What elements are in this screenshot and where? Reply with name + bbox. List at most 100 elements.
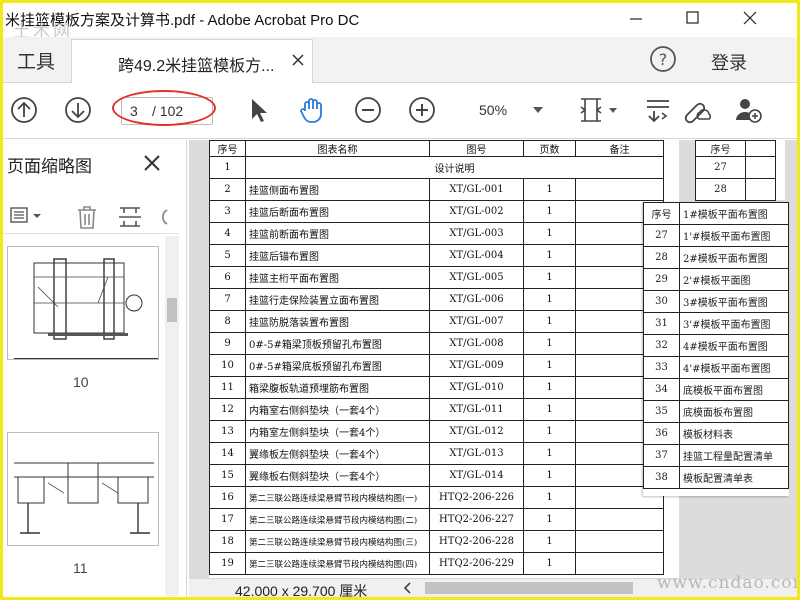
hand-icon[interactable]: [297, 95, 327, 125]
arrow-down-circle-icon[interactable]: [63, 95, 93, 125]
row-number: 13: [209, 420, 246, 443]
svg-text:?: ?: [659, 50, 668, 69]
row-name: 第二三联公路连续梁悬臂节段内模结构图(二): [245, 508, 430, 531]
fit-page-icon[interactable]: [577, 95, 623, 125]
row-code: XT/GL-005: [429, 266, 524, 289]
overlay-table-snippet: 序号 1#模板平面布置图 27 1'#模板平面布置图 28 2#模板平面布置图 29 2…: [643, 202, 789, 496]
row-number: 18: [209, 530, 246, 553]
close-icon[interactable]: [141, 152, 163, 174]
row-name: 挂篮后断面布置图: [245, 200, 430, 223]
table-row: 11 箱梁腹板轨道预埋筋布置图 XT/GL-010 1: [209, 376, 664, 399]
row-pages: 1: [523, 398, 576, 421]
panel-toolbar: [3, 198, 179, 234]
add-user-icon[interactable]: [733, 95, 763, 125]
table-header-row: 序号 图表名称 图号 页数 备注: [209, 140, 664, 157]
row-pages: 1: [523, 354, 576, 377]
row-code: XT/GL-003: [429, 222, 524, 245]
row-code: XT/GL-010: [429, 376, 524, 399]
row-name: 2'#模板平面图: [679, 268, 789, 291]
row-pages: 1: [523, 332, 576, 355]
minimize-button[interactable]: [613, 3, 659, 35]
header-cell: 备注: [575, 140, 664, 157]
row-name: 翼缘板左侧斜垫块（一套4个）: [245, 442, 430, 465]
list-options-icon[interactable]: [9, 206, 45, 226]
row-number: 4: [209, 222, 246, 245]
page-thumbnail-10[interactable]: [7, 246, 159, 360]
table-row: 37 挂篮工程量配置清单: [643, 444, 789, 467]
table-row: 8 挂篮防脱落装置布置图 XT/GL-007 1: [209, 310, 664, 333]
row-number: 10: [209, 354, 246, 377]
table-row: 27: [695, 156, 776, 179]
table-row: 序号 1#模板平面布置图: [643, 202, 789, 225]
header-cell: 图表名称: [245, 140, 430, 157]
row-name: 挂篮侧面布置图: [245, 178, 430, 201]
pdf-page: 序号 图表名称 图号 页数 备注 1 设计说明 2 挂篮侧面布置图 XT/GL-00…: [209, 140, 679, 578]
table-row: 9 0#-5#箱梁顶板预留孔布置图 XT/GL-008 1: [209, 332, 664, 355]
row-code: XT/GL-004: [429, 244, 524, 267]
tab-tools[interactable]: 工具: [3, 37, 69, 83]
row-number: 16: [209, 486, 246, 509]
row-name: 内箱室右侧斜垫块（一套4个）: [245, 398, 430, 421]
pointer-icon[interactable]: [243, 95, 273, 125]
table-row: 30 3#模板平面布置图: [643, 290, 789, 313]
row-pages: 1: [523, 486, 576, 509]
pdf-page-right: 序号 27 28: [695, 140, 785, 201]
row-number: 36: [643, 422, 680, 445]
row-code: XT/GL-002: [429, 200, 524, 223]
row-number: 15: [209, 464, 246, 487]
row-name: 1'#模板平面布置图: [679, 224, 789, 247]
zoom-out-icon[interactable]: [353, 95, 383, 125]
table-row: 28: [695, 178, 776, 201]
close-tab-icon[interactable]: [286, 48, 310, 72]
help-icon[interactable]: ?: [649, 45, 677, 73]
scrollbar-thumb[interactable]: [167, 298, 177, 322]
row-name: 2#模板平面布置图: [679, 246, 789, 269]
tab-document[interactable]: 跨49.2米挂篮模板方...: [71, 39, 313, 83]
zoom-in-icon[interactable]: [407, 95, 437, 125]
arrow-up-circle-icon[interactable]: [9, 95, 39, 125]
trash-icon[interactable]: [75, 204, 99, 230]
row-number: 8: [209, 310, 246, 333]
row-code: XT/GL-006: [429, 288, 524, 311]
row-name: 0#-5#箱梁底板预留孔布置图: [245, 354, 430, 377]
maximize-icon: [686, 11, 699, 24]
row-number: 32: [643, 334, 680, 357]
tab-bar: 工具 跨49.2米挂篮模板方... ? 登录: [3, 37, 797, 83]
thumbnail-scrollbar[interactable]: [165, 236, 179, 596]
row-pages: 1: [523, 552, 576, 575]
row-number: 序号: [643, 202, 680, 225]
chevron-down-icon: [533, 107, 543, 113]
zoom-value: 50%: [479, 102, 508, 118]
scroll-mode-icon[interactable]: [643, 95, 673, 125]
table-row: 14 翼缘板左侧斜垫块（一套4个） XT/GL-013 1: [209, 442, 664, 465]
row-pages: 1: [523, 200, 576, 223]
zoom-dropdown[interactable]: 50%: [463, 97, 549, 125]
scroll-left-icon[interactable]: [401, 581, 415, 595]
link-cloud-icon[interactable]: [681, 95, 711, 125]
row-number: 34: [643, 378, 680, 401]
rotate-icon[interactable]: [155, 204, 171, 230]
maximize-button[interactable]: [669, 3, 715, 35]
row-code: XT/GL-013: [429, 442, 524, 465]
table-row: 12 内箱室右侧斜垫块（一套4个） XT/GL-011 1: [209, 398, 664, 421]
login-button[interactable]: 登录: [711, 49, 747, 75]
table-row: 28 2#模板平面布置图: [643, 246, 789, 269]
right-index-table: 序号 27 28: [695, 140, 776, 201]
row-number: 27: [643, 224, 680, 247]
watermark-bottom: www.cndao.com: [657, 573, 800, 593]
table-row: 16 第二三联公路连续梁悬臂节段内模结构图(一) HTQ2-206-226 1: [209, 486, 664, 509]
annotation-oval: [112, 90, 216, 126]
row-pages: 1: [523, 464, 576, 487]
row-name: 设计说明: [245, 156, 664, 179]
row-number: 2: [209, 178, 246, 201]
row-name: 挂篮行走保险装置立面布置图: [245, 288, 430, 311]
extract-page-icon[interactable]: [117, 204, 143, 230]
row-pages: 1: [523, 376, 576, 399]
horizontal-scrollbar-thumb[interactable]: [425, 582, 633, 594]
table-row: 4 挂篮前断面布置图 XT/GL-003 1: [209, 222, 664, 245]
header-cell: 图号: [429, 140, 524, 157]
close-window-button[interactable]: [727, 3, 773, 35]
page-thumbnail-11[interactable]: [7, 432, 159, 546]
row-name: 挂篮防脱落装置布置图: [245, 310, 430, 333]
row-pages: 1: [523, 288, 576, 311]
